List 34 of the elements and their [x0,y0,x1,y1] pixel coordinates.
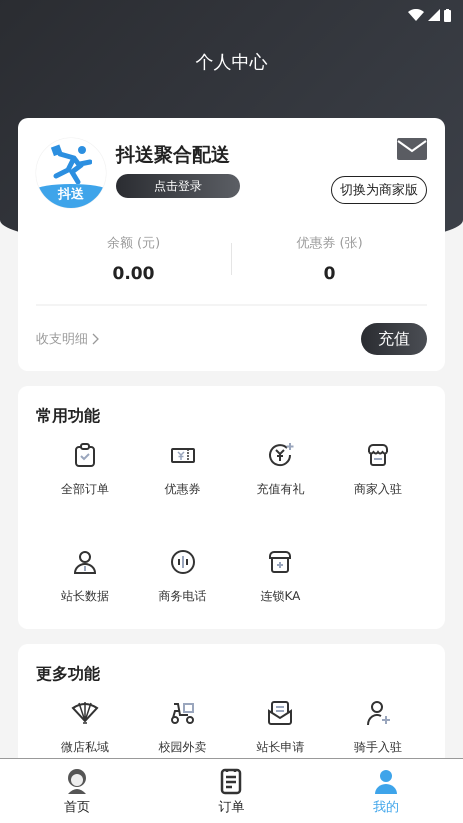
switch-merchant-button[interactable]: 切换为商家版 [331,176,427,204]
page-title: 个人中心 [194,51,268,74]
feature-label[interactable]: 商务电话 [158,588,207,605]
stat-label: 优惠券 (张) [296,235,363,252]
stat-label: 余额 (元) [106,235,160,252]
login-button[interactable]: 点击登录 [116,174,240,198]
battery-icon [444,8,451,22]
signal-icon [428,9,440,21]
stat-value: 0.00 [112,264,154,284]
add-person-icon[interactable] [364,699,392,727]
feature-label[interactable]: 站长申请 [256,739,304,756]
sound-wave-icon[interactable] [168,548,197,576]
nav-tab[interactable]: 首页 [0,759,154,823]
coin-icon[interactable] [266,441,294,469]
app-name: 抖送聚合配送 [116,143,231,168]
nav-tab[interactable]: 订单 [154,759,309,823]
feature-label[interactable]: 校园外卖 [158,739,207,756]
feature-label[interactable]: 全部订单 [60,481,109,498]
envelope-icon[interactable] [266,699,294,727]
feature-label[interactable]: 连锁KA [260,588,300,605]
mail-icon[interactable] [397,138,427,160]
fan-icon[interactable] [70,699,99,727]
feature-label[interactable]: 商家入驻 [354,481,402,498]
wifi-icon [408,9,424,21]
feature-label[interactable]: 站长数据 [60,588,109,605]
feature-label[interactable]: 微店私域 [60,739,109,756]
chevron-right-icon [92,333,99,345]
feature-label[interactable]: 充值有礼 [256,481,304,498]
stat-value: 0 [324,264,336,284]
recharge-button[interactable]: 充值 [361,323,427,355]
section-title: 更多功能 [36,663,101,685]
feature-label[interactable]: 优惠券 [164,481,201,498]
section-title: 常用功能 [36,405,101,427]
feature-label[interactable]: 骑手入驻 [354,739,402,756]
